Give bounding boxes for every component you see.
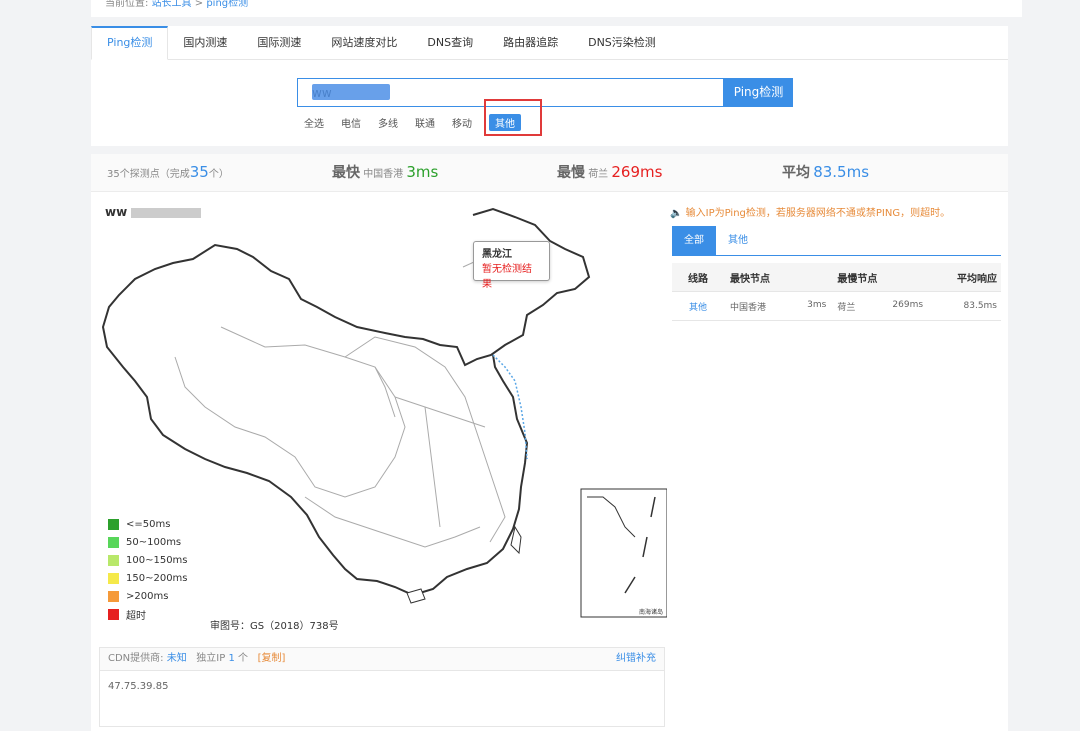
average-value: 83.5ms bbox=[813, 163, 870, 181]
slowest-node: 荷兰 bbox=[588, 169, 609, 180]
highlight-box bbox=[484, 99, 542, 136]
legend-item: 超时 bbox=[108, 605, 188, 623]
slowest-node-name: 荷兰 bbox=[837, 302, 856, 313]
row-slowest-node: 荷兰 269ms bbox=[831, 291, 929, 321]
slowest-value: 269ms bbox=[611, 163, 663, 181]
cdn-info: CDN提供商: 未知 独立IP 1 个 [复制] 纠错补充 47.75.39.8… bbox=[99, 647, 665, 727]
table-header-row: 线路 最快节点 最慢节点 平均响应 bbox=[672, 263, 1001, 292]
legend-item: <=50ms bbox=[108, 515, 188, 533]
fastest-node-ms: 3ms bbox=[807, 299, 827, 310]
legend-item: >200ms bbox=[108, 587, 188, 605]
legend-swatch bbox=[108, 572, 119, 584]
row-average: 83.5ms bbox=[928, 291, 1001, 321]
tooltip-status: 暂无检测结果 bbox=[482, 264, 532, 290]
cdn-provider-label: CDN提供商: bbox=[108, 653, 164, 664]
legend-label: >200ms bbox=[126, 590, 169, 602]
copy-button[interactable]: [复制] bbox=[258, 653, 286, 664]
tab-international-speed[interactable]: 国际测速 bbox=[242, 26, 316, 59]
filter-unicom[interactable]: 联通 bbox=[415, 115, 435, 130]
legend-swatch bbox=[108, 518, 119, 530]
row-line[interactable]: 其他 bbox=[672, 291, 724, 321]
filter-telecom[interactable]: 电信 bbox=[341, 115, 361, 130]
china-map: ww 黑龙江 暂无检测结果 <=50ms 50~100ms 100~150ms … bbox=[95, 197, 667, 637]
col-fastest-node: 最快节点 bbox=[724, 263, 832, 292]
legend-swatch bbox=[108, 608, 119, 620]
slowest-node-ms: 269ms bbox=[892, 299, 924, 310]
legend-item: 100~150ms bbox=[108, 551, 188, 569]
tab-dns-query[interactable]: DNS查询 bbox=[412, 26, 488, 59]
filter-mobile[interactable]: 移动 bbox=[452, 115, 472, 130]
breadcrumb-current-link[interactable]: ping检测 bbox=[206, 0, 248, 9]
fastest-node: 中国香港 bbox=[363, 169, 404, 180]
col-line: 线路 bbox=[672, 263, 724, 292]
slowest-stat: 最慢 荷兰 269ms bbox=[557, 154, 662, 193]
tab-ping[interactable]: Ping检测 bbox=[91, 26, 169, 60]
probe-count: 35个探测点（完成35个） bbox=[107, 154, 229, 193]
stats-bar: 35个探测点（完成35个） 最快 中国香港 3ms 最慢 荷兰 269ms 平均… bbox=[91, 154, 1008, 192]
legend-label: <=50ms bbox=[126, 518, 171, 530]
col-slowest-node: 最慢节点 bbox=[831, 263, 929, 292]
latency-legend: <=50ms 50~100ms 100~150ms 150~200ms >200… bbox=[108, 515, 188, 623]
redacted-text bbox=[312, 84, 390, 100]
average-label: 平均 bbox=[782, 165, 810, 181]
col-average: 平均响应 bbox=[928, 263, 1001, 292]
legend-swatch bbox=[108, 536, 119, 548]
cdn-bar: CDN提供商: 未知 独立IP 1 个 [复制] 纠错补充 bbox=[100, 648, 664, 671]
breadcrumb-prefix: 当前位置: bbox=[105, 0, 149, 9]
legend-label: 150~200ms bbox=[126, 572, 188, 584]
filter-all[interactable]: 全选 bbox=[304, 115, 324, 130]
table-row: 其他 中国香港 3ms 荷兰 269ms 83.5ms bbox=[672, 291, 1001, 321]
tab-traceroute[interactable]: 路由器追踪 bbox=[488, 26, 573, 59]
legend-swatch bbox=[108, 554, 119, 566]
tooltip-province: 黑龙江 bbox=[482, 249, 512, 260]
tab-dns-pollution[interactable]: DNS污染检测 bbox=[573, 26, 671, 59]
cdn-provider[interactable]: 未知 bbox=[167, 653, 187, 664]
tool-panel: Ping检测 国内测速 国际测速 网站速度对比 DNS查询 路由器追踪 DNS污… bbox=[91, 26, 1008, 146]
tab-site-compare[interactable]: 网站速度对比 bbox=[316, 26, 412, 59]
unique-ip-unit: 个 bbox=[238, 653, 249, 664]
map-tooltip: 黑龙江 暂无检测结果 bbox=[473, 241, 550, 290]
unique-ip-label: 独立IP bbox=[196, 653, 226, 664]
result-tab-all[interactable]: 全部 bbox=[672, 226, 716, 255]
legend-label: 超时 bbox=[126, 610, 146, 622]
probe-prefix: 35个探测点（完成 bbox=[107, 169, 190, 180]
fastest-stat: 最快 中国香港 3ms bbox=[332, 154, 438, 193]
result-tab-other[interactable]: 其他 bbox=[716, 226, 760, 255]
unique-ip-count: 1 bbox=[228, 653, 235, 664]
row-fastest-node: 中国香港 3ms bbox=[724, 291, 832, 321]
legend-swatch bbox=[108, 590, 119, 602]
average-stat: 平均 83.5ms bbox=[782, 154, 869, 193]
slowest-label: 最慢 bbox=[557, 165, 585, 181]
fastest-label: 最快 bbox=[332, 165, 360, 181]
legend-item: 50~100ms bbox=[108, 533, 188, 551]
ip-address: 47.75.39.85 bbox=[108, 681, 169, 692]
probe-suffix: 个） bbox=[208, 169, 229, 180]
fastest-value: 3ms bbox=[406, 163, 439, 181]
result-tabs: 全部 其他 bbox=[672, 226, 1001, 256]
breadcrumb-separator: > bbox=[194, 0, 204, 9]
breadcrumb: 当前位置: 站长工具 > ping检测 bbox=[91, 0, 1022, 17]
map-approval-number: 审图号：GS（2018）738号 bbox=[210, 621, 339, 632]
probe-done: 35 bbox=[189, 163, 209, 181]
ping-notice: 🔈 输入IP为Ping检测，若服务器网络不通或禁PING，则超时。 bbox=[670, 208, 951, 219]
result-panel: ww 黑龙江 暂无检测结果 <=50ms 50~100ms 100~150ms … bbox=[91, 192, 1008, 731]
ping-button[interactable]: Ping检测 bbox=[724, 78, 793, 107]
tab-domestic-speed[interactable]: 国内测速 bbox=[168, 26, 242, 59]
fastest-node-name: 中国香港 bbox=[730, 302, 767, 313]
breadcrumb-home-link[interactable]: 站长工具 bbox=[152, 0, 192, 9]
legend-label: 50~100ms bbox=[126, 536, 182, 548]
result-table: 线路 最快节点 最慢节点 平均响应 其他 中国香港 3ms 荷兰 269ms 83.… bbox=[672, 263, 1001, 321]
filter-multiline[interactable]: 多线 bbox=[378, 115, 398, 130]
tool-tabs: Ping检测 国内测速 国际测速 网站速度对比 DNS查询 路由器追踪 DNS污… bbox=[91, 26, 1008, 60]
inset-caption: 南海诸岛 bbox=[639, 609, 664, 616]
report-error-link[interactable]: 纠错补充 bbox=[616, 648, 656, 670]
legend-item: 150~200ms bbox=[108, 569, 188, 587]
legend-label: 100~150ms bbox=[126, 554, 188, 566]
